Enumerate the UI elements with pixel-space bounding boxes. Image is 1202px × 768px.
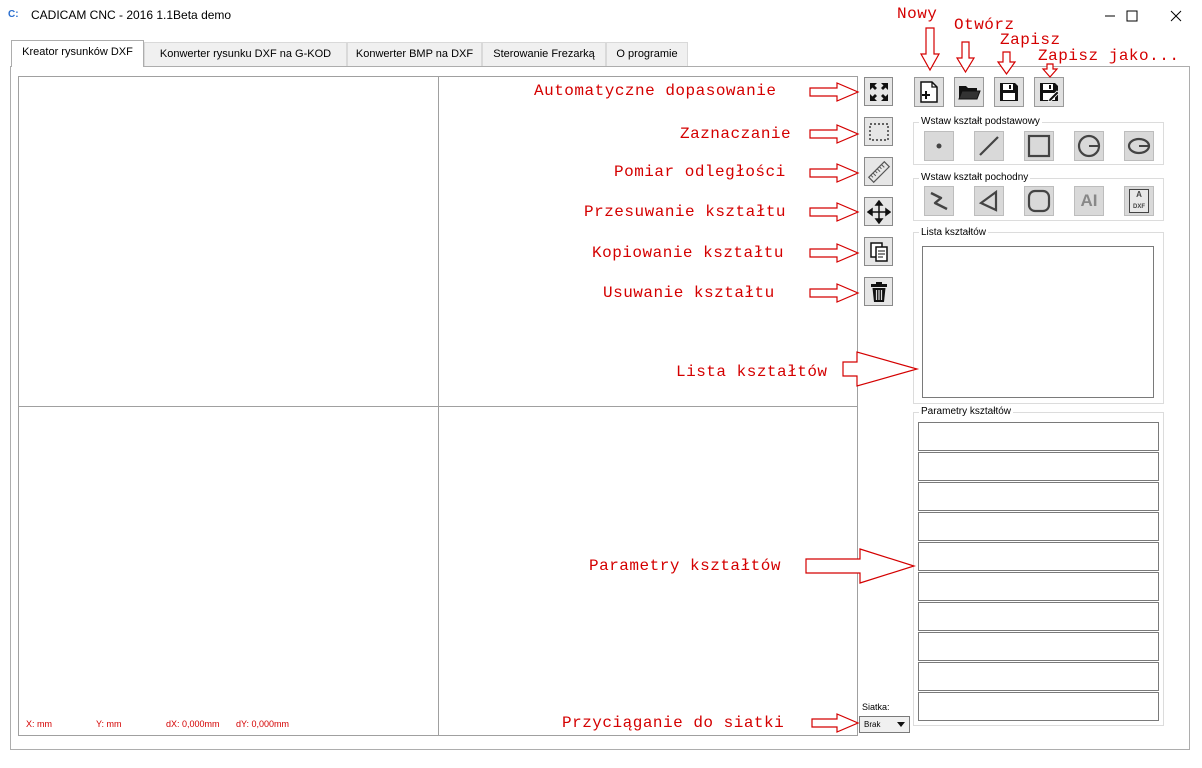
close-icon bbox=[1170, 10, 1182, 21]
basic-shapes-label: Wstaw kształt podstawowy bbox=[919, 116, 1042, 127]
param-field[interactable] bbox=[918, 512, 1159, 541]
annotation-shape-list: Lista kształtów bbox=[676, 363, 828, 381]
tab-sterowanie-frezarka[interactable]: Sterowanie Frezarką bbox=[482, 42, 606, 66]
ellipse-icon bbox=[1127, 137, 1151, 155]
dxf-label: DXF bbox=[1133, 204, 1145, 210]
status-dy: dY: 0,000mm bbox=[236, 719, 290, 729]
grid-select-value: Brak bbox=[864, 720, 881, 729]
save-icon bbox=[1000, 83, 1018, 101]
auto-fit-button[interactable] bbox=[864, 77, 893, 106]
maximize-icon bbox=[1126, 10, 1138, 21]
annotation-select: Zaznaczanie bbox=[680, 125, 792, 143]
insert-text-button[interactable]: AI bbox=[1074, 186, 1104, 216]
annotation-shape-params: Parametry kształtów bbox=[589, 557, 781, 575]
save-button[interactable] bbox=[994, 77, 1024, 107]
shape-list-box[interactable] bbox=[922, 246, 1154, 398]
canvas-horizontal-divider bbox=[18, 406, 858, 407]
annotation-nowy: Nowy bbox=[897, 5, 938, 23]
close-button[interactable] bbox=[1153, 0, 1199, 31]
point-icon bbox=[936, 143, 942, 149]
tab-kreator-dxf[interactable]: Kreator rysunków DXF bbox=[11, 40, 144, 67]
tab-konwerter-bmp-dxf[interactable]: Konwerter BMP na DXF bbox=[347, 42, 482, 66]
open-file-button[interactable] bbox=[954, 77, 984, 107]
maximize-button[interactable] bbox=[1109, 0, 1155, 31]
move-shape-button[interactable] bbox=[864, 197, 893, 226]
status-x: X: mm bbox=[26, 719, 52, 729]
chevron-down-icon bbox=[897, 722, 905, 727]
annotation-auto-fit: Automatyczne dopasowanie bbox=[534, 82, 777, 100]
annotation-zapisz-jako: Zapisz jako... bbox=[1038, 47, 1180, 65]
annotation-measure: Pomiar odległości bbox=[614, 163, 786, 181]
selection-button[interactable] bbox=[864, 117, 893, 146]
insert-ellipse-button[interactable] bbox=[1124, 131, 1154, 161]
grid-select[interactable]: Brak bbox=[859, 716, 910, 733]
annotation-delete: Usuwanie kształtu bbox=[603, 284, 775, 302]
fit-expand-icon bbox=[869, 82, 888, 101]
shape-list-label: Lista kształtów bbox=[919, 227, 989, 238]
insert-rectangle-button[interactable] bbox=[1024, 131, 1054, 161]
param-field[interactable] bbox=[918, 482, 1159, 511]
param-field[interactable] bbox=[918, 662, 1159, 691]
ruler-icon bbox=[867, 160, 890, 183]
shape-params-label: Parametry kształtów bbox=[919, 406, 1014, 417]
insert-line-button[interactable] bbox=[974, 131, 1004, 161]
selection-rect-icon bbox=[868, 122, 889, 141]
save-as-button[interactable] bbox=[1034, 77, 1064, 107]
derived-shapes-label: Wstaw kształt pochodny bbox=[919, 172, 1031, 183]
measure-button[interactable] bbox=[864, 157, 893, 186]
param-field[interactable] bbox=[918, 542, 1159, 571]
insert-circle-button[interactable] bbox=[1074, 131, 1104, 161]
tab-konwerter-dxf-gkod[interactable]: Konwerter rysunku DXF na G-KOD bbox=[144, 42, 347, 66]
window-title: CADICAM CNC - 2016 1.1Beta demo bbox=[31, 8, 232, 22]
dxf-import-icon: A DXF bbox=[1129, 189, 1149, 213]
new-file-button[interactable] bbox=[914, 77, 944, 107]
param-field[interactable] bbox=[918, 692, 1159, 721]
cadicam-logo-icon: C: bbox=[8, 9, 19, 20]
text-icon: AI bbox=[1080, 191, 1098, 210]
status-dx: dX: 0,000mm bbox=[166, 719, 220, 729]
copy-shape-button[interactable] bbox=[864, 237, 893, 266]
param-field[interactable] bbox=[918, 422, 1159, 451]
insert-polygon-button[interactable] bbox=[974, 186, 1004, 216]
circle-icon bbox=[1077, 134, 1101, 158]
annotation-snap: Przyciąganie do siatki bbox=[562, 714, 785, 732]
insert-polyline-button[interactable] bbox=[924, 186, 954, 216]
move-arrows-icon bbox=[866, 199, 891, 224]
insert-point-button[interactable] bbox=[924, 131, 954, 161]
open-folder-icon bbox=[958, 86, 981, 100]
polyline-icon bbox=[930, 191, 948, 211]
param-field[interactable] bbox=[918, 572, 1159, 601]
new-file-icon bbox=[920, 81, 938, 103]
annotation-move: Przesuwanie kształtu bbox=[584, 203, 787, 221]
save-as-icon bbox=[1040, 83, 1060, 103]
param-field[interactable] bbox=[918, 602, 1159, 631]
status-y: Y: mm bbox=[96, 719, 122, 729]
trash-icon bbox=[870, 281, 887, 302]
insert-rounded-rect-button[interactable] bbox=[1024, 186, 1054, 216]
delete-shape-button[interactable] bbox=[864, 277, 893, 306]
insert-dxf-button[interactable]: A DXF bbox=[1124, 186, 1154, 216]
polygon-icon bbox=[978, 189, 998, 212]
rectangle-icon bbox=[1027, 134, 1051, 158]
param-field[interactable] bbox=[918, 452, 1159, 481]
line-icon bbox=[979, 136, 999, 156]
tab-o-programie[interactable]: O programie bbox=[606, 42, 688, 66]
annotation-copy: Kopiowanie kształtu bbox=[592, 244, 784, 262]
copy-icon bbox=[869, 241, 888, 262]
param-field[interactable] bbox=[918, 632, 1159, 661]
rounded-rect-icon bbox=[1027, 189, 1051, 213]
grid-label: Siatka: bbox=[862, 702, 890, 712]
